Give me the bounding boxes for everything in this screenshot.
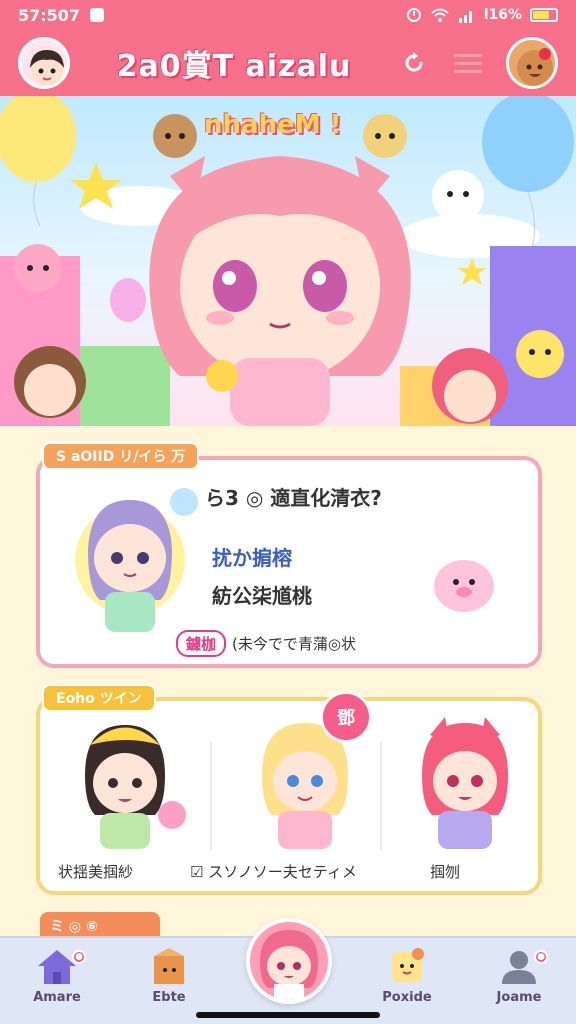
alarm-icon [406,8,421,22]
new-badge: 鄧 [320,691,372,743]
nav-center-character-button[interactable] [246,918,332,1004]
pink-pig-mascot-icon [434,560,494,612]
hero-banner[interactable]: nhaheM ! [0,96,576,426]
character-3-label: 掴刎 [430,863,461,881]
hero-title: nhaheM ! [204,110,342,140]
notification-icon [90,8,105,22]
refresh-icon[interactable] [398,47,430,79]
status-time: 57:507 [18,5,81,25]
home-icon [38,950,76,984]
profile-avatar[interactable] [18,37,70,89]
battery-icon [530,8,558,22]
nav-profile[interactable]: ● Joame [474,946,564,1018]
note-mascot-icon [392,948,424,982]
characters-section-tag: Eoho ツイン [42,684,156,712]
wifi-icon [431,8,449,22]
quiz-question: ら3 ◎ 適直化清衣? [205,486,382,510]
quiz-footer: 鑢枷 (未今でで青蒲◎状 [176,630,356,657]
nav-home-label: Amare [33,990,81,1005]
avatar-girl-icon [30,50,64,86]
cookie-mascot-icon [517,48,553,86]
signal-icon [458,11,472,23]
store-box-icon [154,948,184,984]
nav-profile-label: Joame [496,990,542,1005]
app-title: 2a0賞T aizalu [116,49,352,84]
app-header: 2a0賞T aizalu [0,30,576,96]
nav-store-label: Ebte [152,990,186,1005]
character-1-illustration [85,725,186,849]
hero-illustration [0,96,576,426]
character-card-1[interactable]: 状揺美掴紗 [50,701,200,891]
home-indicator [196,1012,380,1018]
character-3-illustration [422,717,508,849]
next-section-tag: ミ ◎ ⑥ [40,912,160,938]
quiz-option-1[interactable]: 扰か掮榕 [212,542,292,571]
quiz-section-tag: S aOIID リ/イら 万 [42,442,200,470]
character-2-label-text: スソノソー夫セティメ [208,863,357,881]
characters-section-tag-label: Eoho ツイン [56,691,142,707]
cookie-mascot-button[interactable] [506,37,558,89]
characters-card[interactable]: 状揺美掴紗 ☑ スソノソー夫セティメ 鄧 掴刎 [36,691,542,895]
character-card-3[interactable]: 掴刎 [390,701,540,891]
home-badge: ● [72,950,86,964]
quiz-footer-text: (未今でで青蒲◎状 [232,635,356,653]
nav-notes-label: Poxide [382,990,432,1005]
nav-home[interactable]: ● Amare [12,946,102,1018]
profile-icon [502,951,536,984]
divider [210,741,212,851]
quiz-section-tag-label: S aOIID リ/イら 万 [56,449,186,465]
character-2-check-icon: ☑ [190,863,204,881]
purple-hair-girl-illustration [75,488,198,632]
character-1-label: 状揺美掴紗 [58,863,134,881]
bottom-nav: ● Amare Ebte Poxide ● Joame [0,918,576,1024]
pink-girl-icon [260,930,318,1000]
menu-icon[interactable] [452,47,484,79]
quiz-option-2[interactable]: 紡公柒馗桃 [212,580,312,609]
battery-text: l16% [483,7,522,23]
quiz-card[interactable]: ら3 ◎ 適直化清衣? 扰か掮榕 紡公柒馗桃 鑢枷 (未今でで青蒲◎状 [36,456,542,668]
divider [380,741,382,851]
status-bar: 57:507 l16% [0,0,576,30]
nav-notes[interactable]: Poxide [362,946,452,1018]
nav-store[interactable]: Ebte [124,946,214,1018]
profile-badge: ● [534,950,548,964]
character-2-label: ☑ スソノソー夫セティメ [190,861,357,882]
quiz-footer-pill[interactable]: 鑢枷 [176,630,227,657]
